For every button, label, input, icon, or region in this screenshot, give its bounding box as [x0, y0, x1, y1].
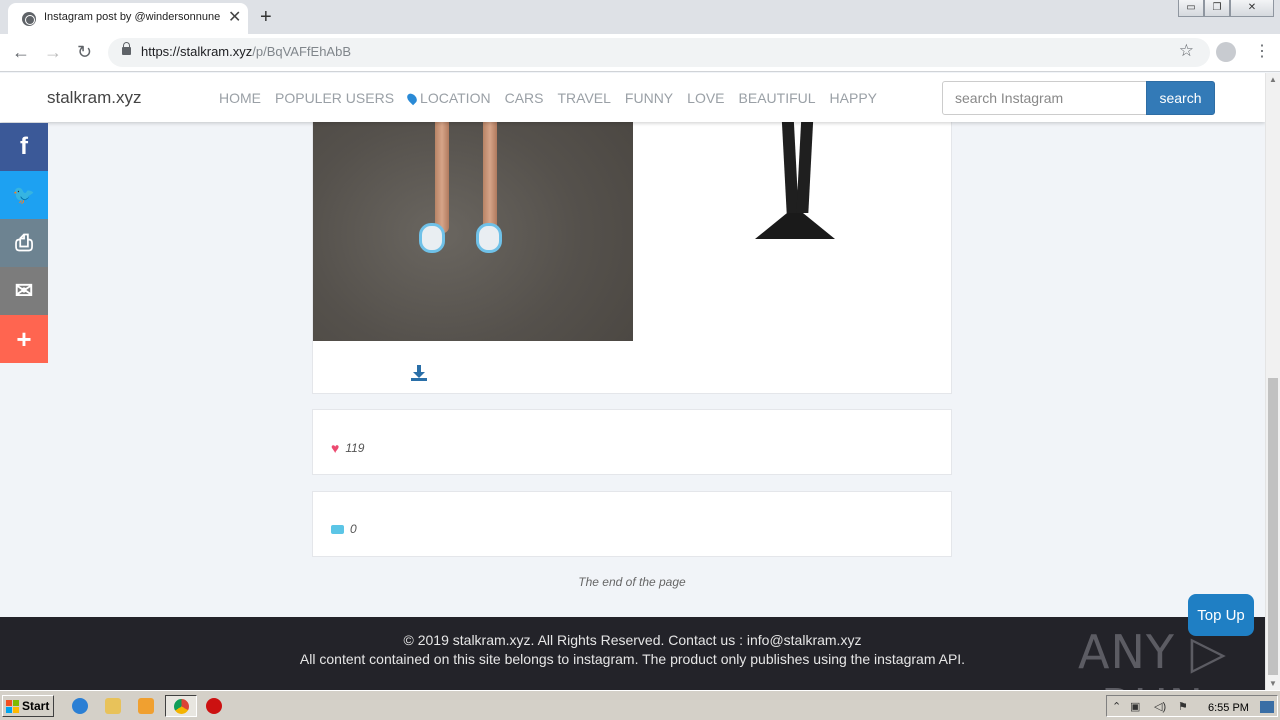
browser-menu-icon[interactable]: ⋮	[1254, 41, 1270, 63]
chrome-icon	[174, 699, 189, 714]
volume-icon[interactable]: ◁)	[1154, 700, 1166, 713]
windows-taskbar: Start ⌃ ▣ ◁) ⚑ 6:55 PM	[0, 690, 1280, 720]
menu-funny[interactable]: FUNNY	[625, 90, 673, 106]
site-footer: © 2019 stalkram.xyz. All Rights Reserved…	[0, 617, 1265, 690]
globe-icon	[22, 12, 36, 26]
menu-populer-users[interactable]: POPULER USERS	[275, 90, 394, 106]
comments-stat: 0	[331, 522, 357, 536]
lock-icon	[122, 42, 131, 55]
minimize-button[interactable]: ▭	[1178, 0, 1204, 17]
start-button[interactable]: Start	[2, 695, 54, 717]
address-bar[interactable]: https://stalkram.xyz/p/BqVAFfEhAbB ☆	[108, 38, 1210, 67]
scrollbar-thumb[interactable]	[1268, 378, 1278, 675]
site-navbar: stalkram.xyz HOME POPULER USERS LOCATION…	[0, 73, 1265, 122]
search-input[interactable]	[942, 81, 1147, 115]
menu-beautiful[interactable]: BEAUTIFUL	[739, 90, 816, 106]
email-share-icon[interactable]: ✉	[0, 267, 48, 315]
chrome-taskbar-button[interactable]	[165, 695, 197, 717]
share-sidebar: f 🐦 ⎙ ✉ +	[0, 123, 48, 363]
bookmark-star-icon[interactable]: ☆	[1179, 41, 1194, 61]
tray-expand-icon[interactable]: ⌃	[1112, 700, 1121, 713]
end-of-page-text: The end of the page	[578, 575, 686, 589]
window-controls: ▭ ❐ ✕	[1178, 0, 1274, 17]
more-share-icon[interactable]: +	[0, 315, 48, 363]
page-viewport: stalkram.xyz HOME POPULER USERS LOCATION…	[0, 73, 1265, 690]
likes-count: 119	[345, 441, 365, 455]
clock-time: 6:55 PM	[1208, 702, 1249, 714]
page-scrollbar[interactable]: ▲ ▼	[1265, 73, 1280, 690]
folder-icon[interactable]	[105, 698, 121, 714]
ie-icon[interactable]	[72, 698, 88, 714]
show-desktop-icon[interactable]	[1260, 701, 1274, 713]
download-icon[interactable]	[410, 364, 428, 382]
comments-count: 0	[350, 522, 357, 536]
tab-title: Instagram post by @windersonnunes	[44, 11, 220, 23]
site-menu: HOME POPULER USERS LOCATION CARS TRAVEL …	[219, 90, 877, 106]
windows-logo-icon	[6, 699, 19, 713]
scroll-up-arrow-icon[interactable]: ▲	[1269, 75, 1277, 84]
browser-toolbar: ← → ↻ https://stalkram.xyz/p/BqVAFfEhAbB…	[0, 34, 1280, 72]
search-button[interactable]: search	[1146, 81, 1215, 115]
menu-happy[interactable]: HAPPY	[830, 90, 877, 106]
facebook-share-icon[interactable]: f	[0, 123, 48, 171]
menu-home[interactable]: HOME	[219, 90, 261, 106]
menu-travel[interactable]: TRAVEL	[557, 90, 610, 106]
opera-icon[interactable]	[206, 698, 222, 714]
comment-icon	[331, 524, 344, 534]
back-arrow-icon[interactable]: ←	[12, 41, 30, 63]
flag-icon[interactable]: ⚑	[1178, 700, 1188, 713]
top-up-button[interactable]: Top Up	[1188, 594, 1254, 636]
browser-tabbar: Instagram post by @windersonnunes ✕ + ▭ …	[0, 0, 1280, 34]
print-share-icon[interactable]: ⎙	[0, 219, 48, 267]
menu-love[interactable]: LOVE	[687, 90, 724, 106]
restore-button[interactable]: ❐	[1204, 0, 1230, 17]
menu-location[interactable]: LOCATION	[405, 90, 491, 106]
url-text[interactable]: https://stalkram.xyz/p/BqVAFfEhAbB	[141, 44, 351, 59]
media-player-icon[interactable]	[138, 698, 154, 714]
menu-cars[interactable]: CARS	[505, 90, 544, 106]
forward-arrow-icon[interactable]: →	[44, 41, 62, 63]
close-window-button[interactable]: ✕	[1230, 0, 1274, 17]
twitter-share-icon[interactable]: 🐦	[0, 171, 48, 219]
network-icon[interactable]: ▣	[1130, 700, 1140, 713]
heart-icon: ♥	[331, 440, 340, 456]
scroll-down-arrow-icon[interactable]: ▼	[1269, 679, 1277, 688]
likes-stat: ♥ 119	[331, 440, 364, 456]
profile-avatar-icon[interactable]	[1216, 42, 1236, 62]
reload-icon[interactable]: ↻	[77, 41, 92, 63]
tab-close-icon[interactable]: ✕	[228, 8, 241, 28]
site-brand-link[interactable]: stalkram.xyz	[47, 88, 141, 108]
map-pin-icon	[405, 91, 419, 106]
likes-card: ♥ 119	[312, 409, 952, 475]
new-tab-button[interactable]: +	[260, 5, 272, 29]
browser-tab-active[interactable]: Instagram post by @windersonnunes ✕	[8, 3, 248, 34]
comments-card: 0	[312, 491, 952, 557]
